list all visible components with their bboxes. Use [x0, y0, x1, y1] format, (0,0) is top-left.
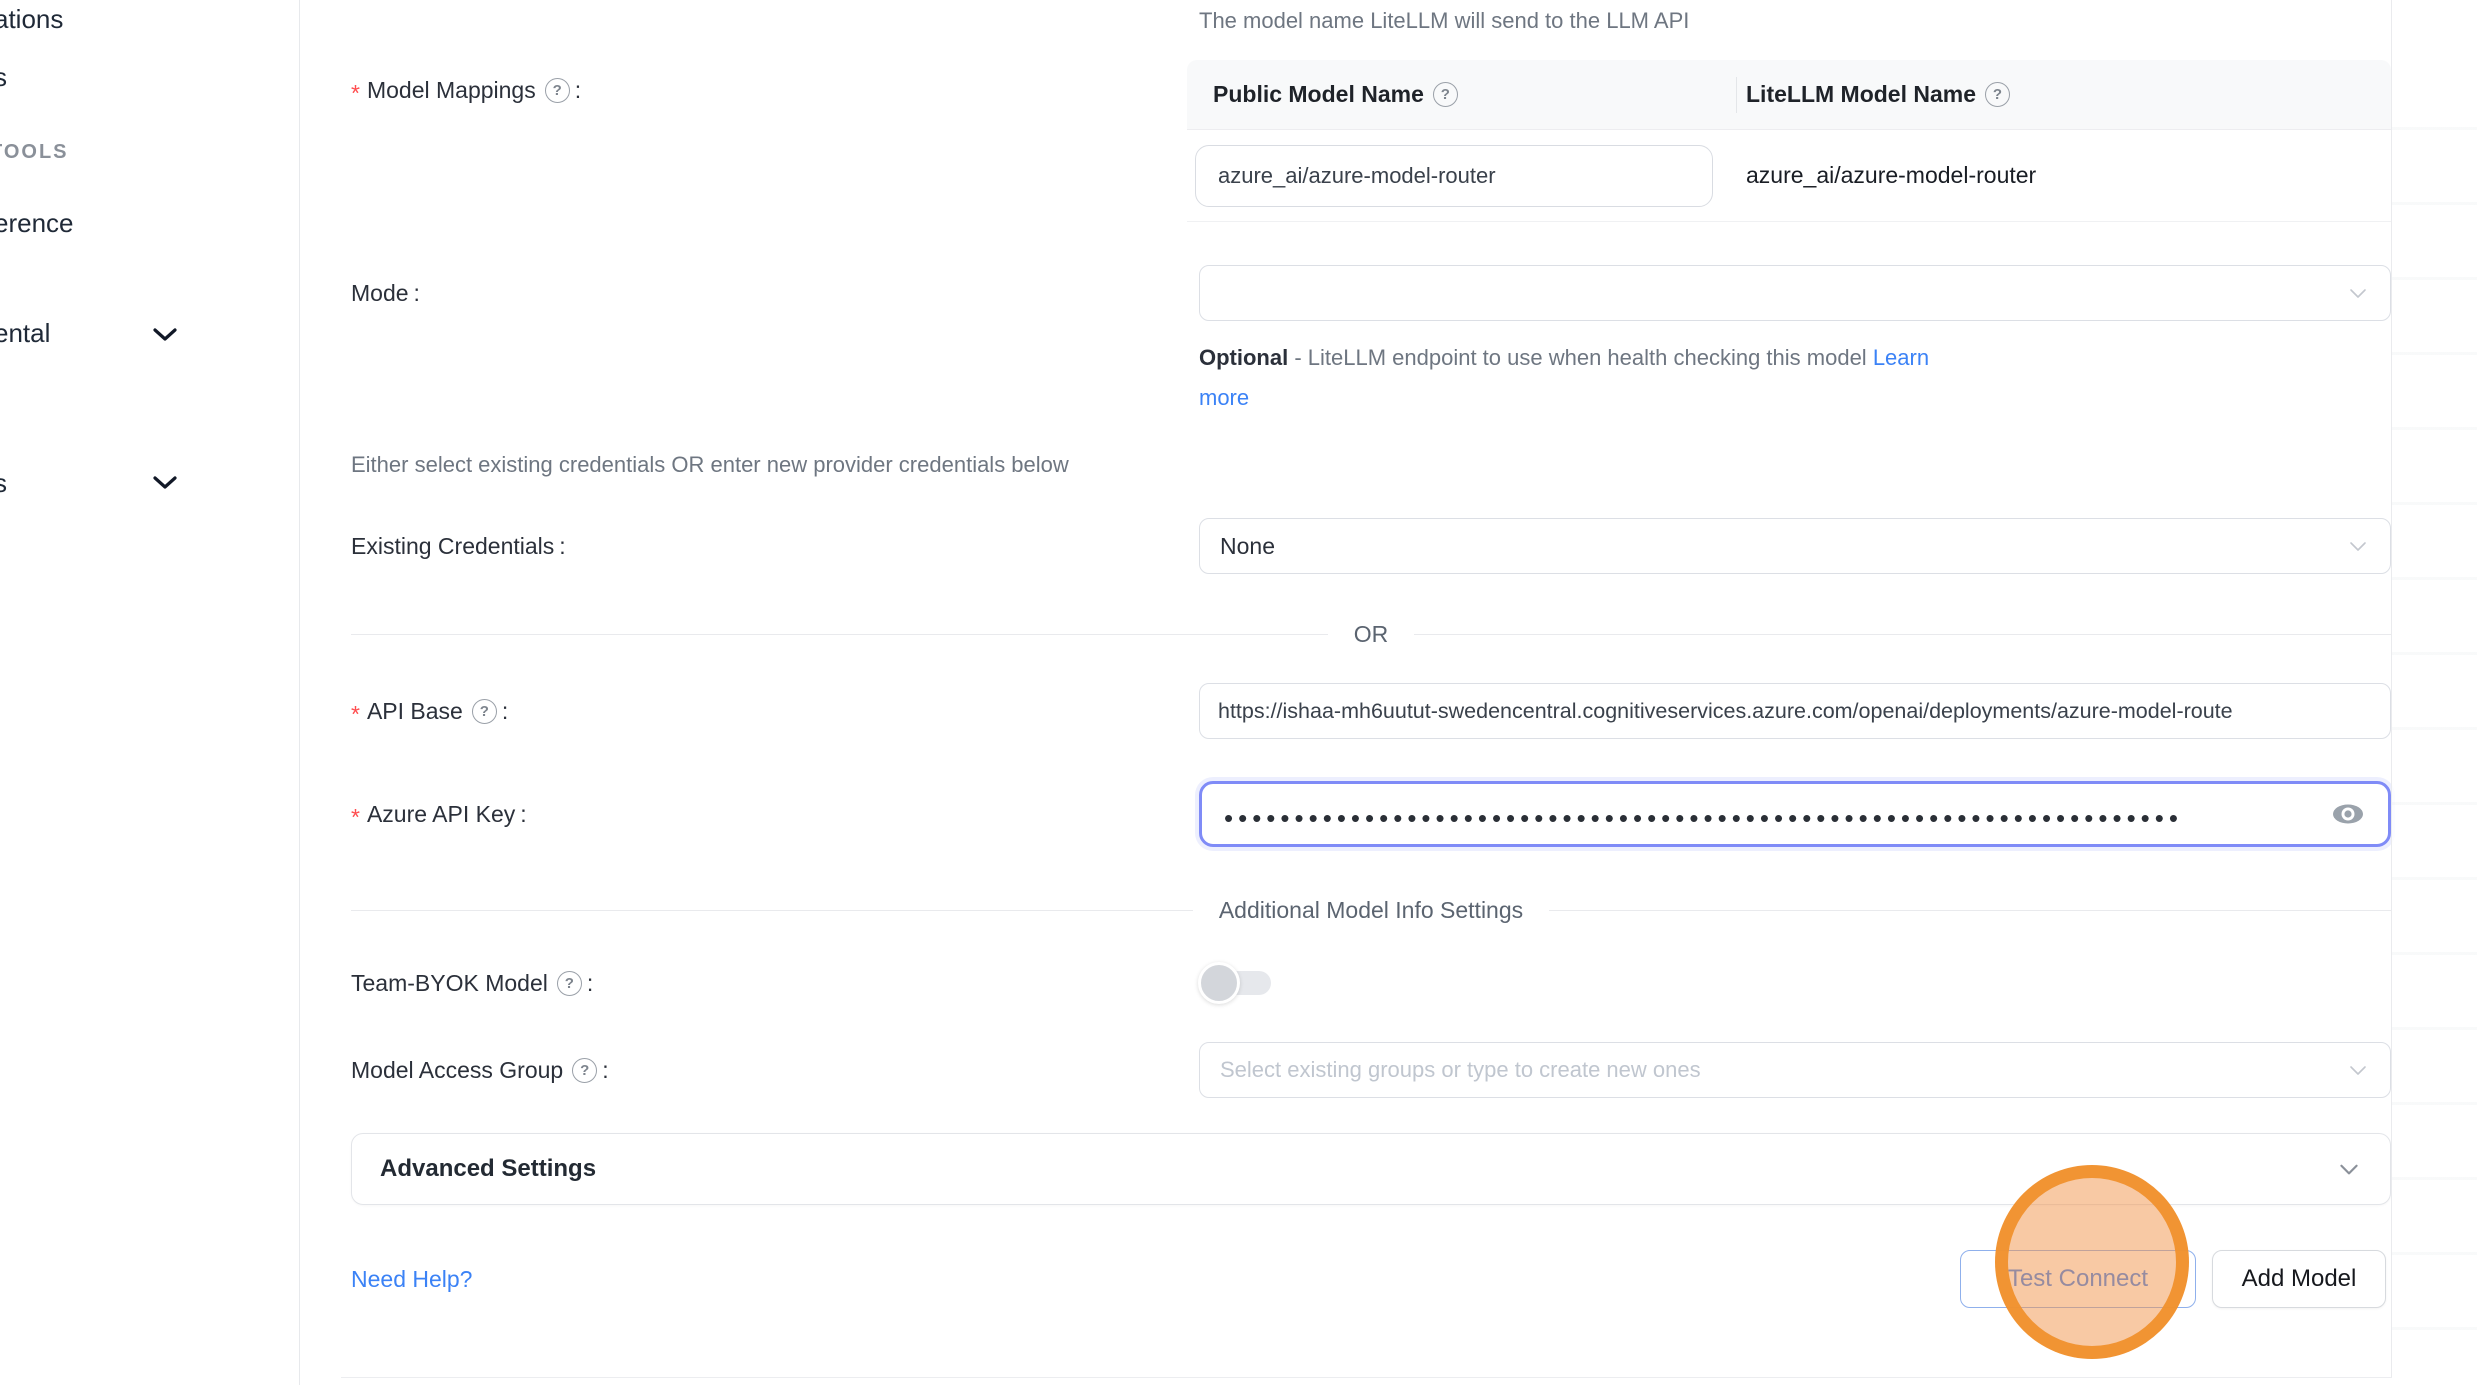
- help-icon[interactable]: [1433, 82, 1458, 107]
- help-icon[interactable]: [1985, 82, 2010, 107]
- required-asterisk: *: [351, 76, 360, 105]
- litellm-model-name-header: LiteLLM Model Name: [1736, 81, 2010, 108]
- eye-icon[interactable]: [2330, 801, 2366, 827]
- chevron-down-icon: [2346, 281, 2370, 305]
- help-icon[interactable]: [472, 699, 497, 724]
- chevron-down-icon: [152, 474, 178, 490]
- credentials-note: Either select existing credentials OR en…: [351, 452, 1069, 478]
- chevron-down-icon: [2346, 534, 2370, 558]
- model-mappings-table-row: azure_ai/azure-model-router azure_ai/azu…: [1187, 130, 2391, 222]
- help-icon[interactable]: [557, 971, 582, 996]
- existing-credentials-select[interactable]: None: [1199, 518, 2391, 574]
- masked-key-value: ••••••••••••••••••••••••••••••••••••••••…: [1224, 797, 2183, 831]
- test-connect-button[interactable]: Test Connect: [1960, 1250, 2196, 1308]
- model-name-help-text: The model name LiteLLM will send to the …: [1199, 8, 1689, 34]
- add-model-form-screen: ations s TOOLS erence ental s The model …: [0, 0, 2477, 1385]
- model-mappings-table: Public Model Name LiteLLM Model Name a: [1187, 60, 2391, 222]
- additional-settings-divider: Additional Model Info Settings: [351, 888, 2391, 932]
- sidebar-item-organizations[interactable]: ations: [0, 4, 63, 35]
- column-separator: [1736, 77, 1737, 113]
- need-help-link[interactable]: Need Help?: [351, 1266, 472, 1293]
- public-model-name-header: Public Model Name: [1187, 81, 1736, 108]
- public-model-name-input[interactable]: azure_ai/azure-model-router: [1195, 145, 1713, 207]
- model-access-group-placeholder: Select existing groups or type to create…: [1220, 1057, 1701, 1083]
- advanced-settings-panel[interactable]: Advanced Settings: [351, 1133, 2391, 1205]
- or-divider: OR: [351, 612, 2391, 656]
- existing-credentials-label: Existing Credentials: [351, 533, 566, 560]
- required-asterisk: *: [351, 800, 360, 829]
- mode-label: Mode: [351, 280, 420, 307]
- sidebar: ations s TOOLS erence ental s: [0, 0, 300, 1385]
- mode-select[interactable]: [1199, 265, 2391, 321]
- sidebar-section-tools: TOOLS: [0, 141, 69, 164]
- azure-api-key-label: * Azure API Key: [351, 800, 527, 829]
- team-byok-toggle[interactable]: [1201, 971, 1271, 995]
- azure-api-key-row: * Azure API Key ••••••••••••••••••••••••…: [351, 779, 2391, 849]
- help-icon[interactable]: [572, 1058, 597, 1083]
- mode-row: Mode: [351, 265, 2391, 321]
- team-byok-row: Team-BYOK Model: [351, 955, 2391, 1011]
- mode-help-text: Optional - LiteLLM endpoint to use when …: [1199, 338, 2039, 418]
- sidebar-item-settings[interactable]: s: [0, 468, 7, 499]
- add-model-button[interactable]: Add Model: [2212, 1250, 2386, 1308]
- required-asterisk: *: [351, 697, 360, 726]
- chevron-down-icon: [152, 326, 178, 342]
- sidebar-item-experimental[interactable]: ental: [0, 318, 50, 349]
- sidebar-item-models[interactable]: s: [0, 62, 7, 93]
- chevron-down-icon: [2336, 1156, 2362, 1182]
- model-mappings-table-header: Public Model Name LiteLLM Model Name: [1187, 60, 2391, 130]
- chevron-down-icon: [2346, 1058, 2370, 1082]
- sidebar-item-api-reference[interactable]: erence: [0, 208, 74, 239]
- api-base-row: * API Base https://ishaa-mh6uutut-sweden…: [351, 683, 2391, 739]
- help-icon[interactable]: [545, 78, 570, 103]
- litellm-model-name-value: azure_ai/azure-model-router: [1736, 162, 2036, 189]
- form-footer: Need Help? Test Connect Add Model: [351, 1250, 2391, 1308]
- team-byok-label: Team-BYOK Model: [351, 970, 593, 997]
- card-bottom-border: [341, 1377, 2392, 1378]
- existing-credentials-row: Existing Credentials None: [351, 518, 2391, 574]
- advanced-settings-label: Advanced Settings: [380, 1155, 596, 1183]
- model-access-group-select[interactable]: Select existing groups or type to create…: [1199, 1042, 2391, 1098]
- api-base-input[interactable]: https://ishaa-mh6uutut-swedencentral.cog…: [1199, 683, 2391, 739]
- model-access-group-row: Model Access Group Select existing group…: [351, 1042, 2391, 1098]
- azure-api-key-input[interactable]: ••••••••••••••••••••••••••••••••••••••••…: [1199, 781, 2391, 847]
- model-mappings-row: * Model Mappings Public Model Name LiteL…: [351, 60, 2391, 222]
- toggle-knob: [1198, 962, 1240, 1004]
- model-access-group-label: Model Access Group: [351, 1057, 609, 1084]
- api-base-label: * API Base: [351, 697, 508, 726]
- model-mappings-label: * Model Mappings: [351, 76, 581, 105]
- main-content: The model name LiteLLM will send to the …: [301, 0, 2477, 1385]
- background-rows: [2392, 55, 2477, 1377]
